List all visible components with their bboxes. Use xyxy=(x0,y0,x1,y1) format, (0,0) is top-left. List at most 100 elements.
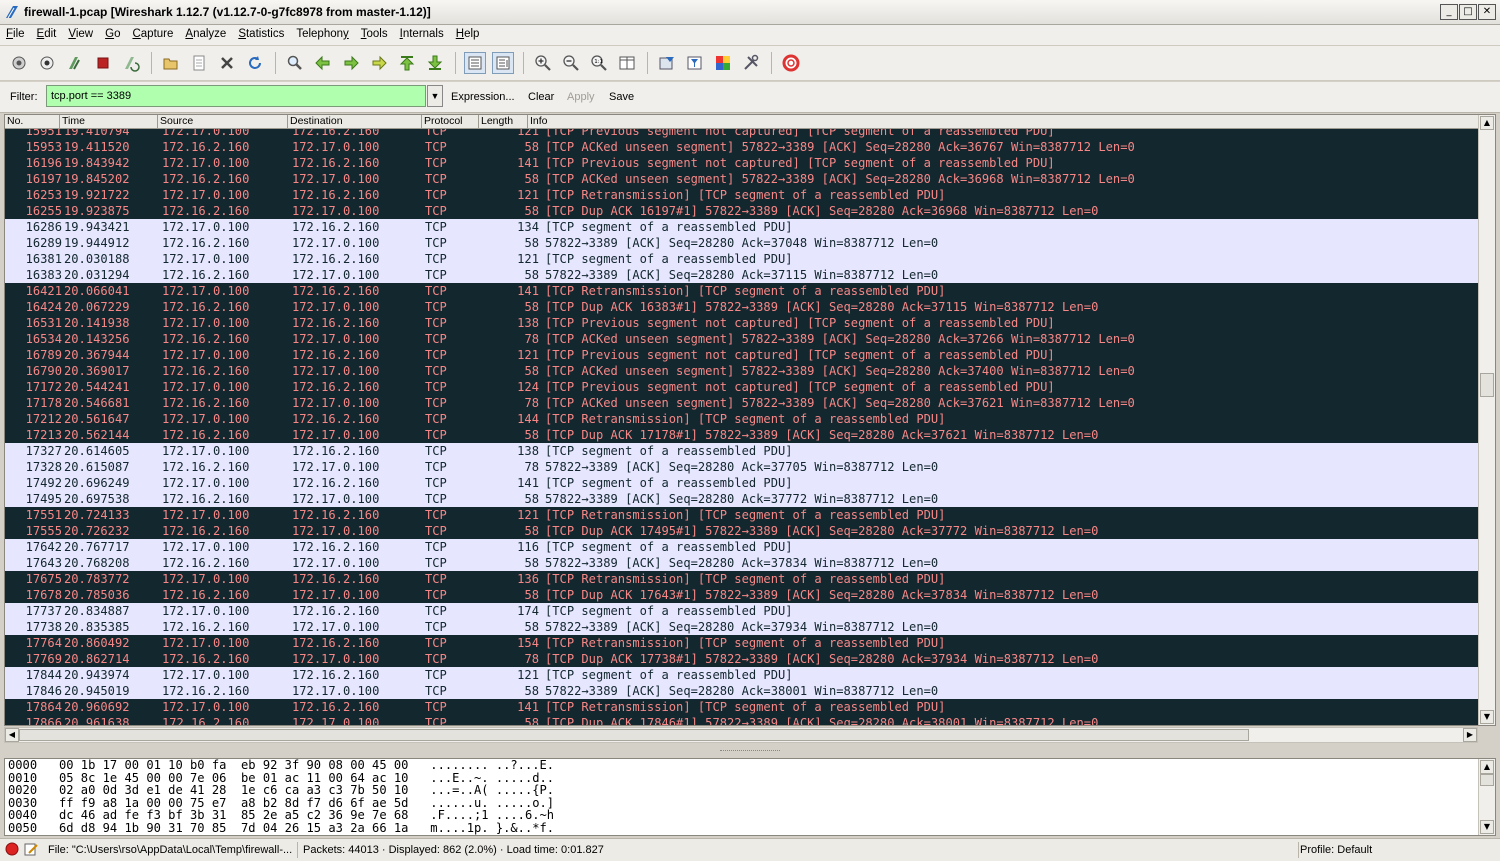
bytes-scroll-thumb[interactable] xyxy=(1480,774,1494,786)
stop-capture-icon[interactable] xyxy=(92,52,114,74)
packet-row[interactable]: 17551 20.724133 172.17.0.100 172.16.2.160 TC… xyxy=(5,507,1480,523)
menu-item-edit[interactable]: Edit xyxy=(31,25,63,45)
bytes-vscrollbar[interactable]: ▲ ▼ xyxy=(1478,759,1495,835)
packet-row[interactable]: 16196 19.843942 172.17.0.100 172.16.2.160 TC… xyxy=(5,155,1480,171)
scroll-right-icon[interactable]: ▶ xyxy=(1463,728,1477,742)
interface-list-icon[interactable] xyxy=(8,52,30,74)
packet-row[interactable]: 17328 20.615087 172.16.2.160 172.17.0.100 TC… xyxy=(5,459,1480,475)
packet-row[interactable]: 16534 20.143256 172.16.2.160 172.17.0.100 TC… xyxy=(5,331,1480,347)
clear-filter-button[interactable]: Clear xyxy=(528,91,554,103)
menu-item-file[interactable]: File xyxy=(0,25,31,45)
expert-info-error-icon[interactable] xyxy=(5,842,19,856)
menu-item-capture[interactable]: Capture xyxy=(126,25,179,45)
status-profile[interactable]: Profile: Default xyxy=(1296,842,1496,858)
bytes-scroll-down-icon[interactable]: ▼ xyxy=(1480,820,1494,834)
go-to-packet-icon[interactable] xyxy=(368,52,390,74)
close-file-icon[interactable] xyxy=(216,52,238,74)
menu-item-tools[interactable]: Tools xyxy=(355,25,394,45)
save-file-icon[interactable] xyxy=(188,52,210,74)
zoom-out-icon[interactable] xyxy=(560,52,582,74)
display-filters-icon[interactable] xyxy=(684,52,706,74)
restart-capture-icon[interactable] xyxy=(120,52,142,74)
scroll-down-icon[interactable]: ▼ xyxy=(1480,710,1494,724)
packet-row[interactable]: 17738 20.835385 172.16.2.160 172.17.0.100 TC… xyxy=(5,619,1480,635)
menu-item-telephony[interactable]: Telephony xyxy=(290,25,354,45)
packet-row[interactable]: 17495 20.697538 172.16.2.160 172.17.0.100 TC… xyxy=(5,491,1480,507)
packet-row[interactable]: 16383 20.031294 172.16.2.160 172.17.0.100 TC… xyxy=(5,267,1480,283)
packet-row[interactable]: 16255 19.923875 172.16.2.160 172.17.0.100 TC… xyxy=(5,203,1480,219)
bytes-scroll-up-icon[interactable]: ▲ xyxy=(1480,760,1494,774)
packet-row[interactable]: 17846 20.945019 172.16.2.160 172.17.0.100 TC… xyxy=(5,683,1480,699)
help-icon[interactable] xyxy=(780,52,802,74)
packet-row[interactable]: 17172 20.544241 172.17.0.100 172.16.2.160 TC… xyxy=(5,379,1480,395)
column-header-time[interactable]: Time xyxy=(60,115,158,128)
packet-row[interactable]: 17213 20.562144 172.16.2.160 172.17.0.100 TC… xyxy=(5,427,1480,443)
expression-button[interactable]: Expression... xyxy=(451,91,515,103)
go-first-icon[interactable] xyxy=(396,52,418,74)
menu-item-go[interactable]: Go xyxy=(99,25,126,45)
packet-row[interactable]: 17555 20.726232 172.16.2.160 172.17.0.100 TC… xyxy=(5,523,1480,539)
column-header-source[interactable]: Source xyxy=(158,115,288,128)
column-header-no[interactable]: No. xyxy=(5,115,60,128)
find-packet-icon[interactable] xyxy=(284,52,306,74)
packet-row[interactable]: 16789 20.367944 172.17.0.100 172.16.2.160 TC… xyxy=(5,347,1480,363)
zoom-in-icon[interactable] xyxy=(532,52,554,74)
scroll-up-icon[interactable]: ▲ xyxy=(1480,116,1494,130)
packet-row[interactable]: 16424 20.067229 172.16.2.160 172.17.0.100 TC… xyxy=(5,299,1480,315)
packet-row[interactable]: 17764 20.860492 172.17.0.100 172.16.2.160 TC… xyxy=(5,635,1480,651)
packet-row[interactable]: 17769 20.862714 172.16.2.160 172.17.0.100 TC… xyxy=(5,651,1480,667)
packet-row[interactable]: 17864 20.960692 172.17.0.100 172.16.2.160 TC… xyxy=(5,699,1480,715)
packet-row[interactable]: 17737 20.834887 172.17.0.100 172.16.2.160 TC… xyxy=(5,603,1480,619)
pane-splitter[interactable] xyxy=(0,748,1500,756)
go-forward-icon[interactable] xyxy=(340,52,362,74)
packet-list-hscrollbar[interactable]: ◀ ▶ xyxy=(4,727,1478,743)
maximize-button[interactable]: □ xyxy=(1459,4,1477,20)
colorize-icon[interactable] xyxy=(464,52,486,74)
packet-row[interactable]: 16790 20.369017 172.16.2.160 172.17.0.100 TC… xyxy=(5,363,1480,379)
packet-list-scroll-thumb[interactable] xyxy=(1480,373,1494,397)
packet-row[interactable]: 17212 20.561647 172.17.0.100 172.16.2.160 TC… xyxy=(5,411,1480,427)
display-filter-input[interactable]: tcp.port == 3389 xyxy=(46,85,426,107)
packet-row[interactable]: 17866 20.961638 172.16.2.160 172.17.0.100 TC… xyxy=(5,715,1480,725)
packet-row[interactable]: 17642 20.767717 172.17.0.100 172.16.2.160 TC… xyxy=(5,539,1480,555)
packet-row[interactable]: 16531 20.141938 172.17.0.100 172.16.2.160 TC… xyxy=(5,315,1480,331)
minimize-button[interactable]: _ xyxy=(1440,4,1458,20)
packet-row[interactable]: 16381 20.030188 172.17.0.100 172.16.2.160 TC… xyxy=(5,251,1480,267)
capture-filters-icon[interactable] xyxy=(656,52,678,74)
menu-item-view[interactable]: View xyxy=(62,25,99,45)
packet-row[interactable]: 16286 19.943421 172.17.0.100 172.16.2.160 TC… xyxy=(5,219,1480,235)
menu-item-analyze[interactable]: Analyze xyxy=(179,25,232,45)
close-window-button[interactable]: ✕ xyxy=(1478,4,1496,20)
column-header-protocol[interactable]: Protocol xyxy=(422,115,479,128)
save-filter-button[interactable]: Save xyxy=(609,91,634,103)
packet-row[interactable]: 17643 20.768208 172.16.2.160 172.17.0.100 TC… xyxy=(5,555,1480,571)
menu-item-internals[interactable]: Internals xyxy=(394,25,450,45)
preferences-icon[interactable] xyxy=(740,52,762,74)
menu-item-help[interactable]: Help xyxy=(450,25,486,45)
packet-list-hscroll-thumb[interactable] xyxy=(19,729,1249,741)
column-header-destination[interactable]: Destination xyxy=(288,115,422,128)
filter-history-dropdown[interactable]: ▼ xyxy=(427,85,443,107)
packet-row[interactable]: 17675 20.783772 172.17.0.100 172.16.2.160 TC… xyxy=(5,571,1480,587)
reload-icon[interactable] xyxy=(244,52,266,74)
packet-row[interactable]: 16421 20.066041 172.17.0.100 172.16.2.160 TC… xyxy=(5,283,1480,299)
packet-list-vscrollbar[interactable]: ▲ ▼ xyxy=(1478,115,1495,725)
go-last-icon[interactable] xyxy=(424,52,446,74)
packet-row[interactable]: 17844 20.943974 172.17.0.100 172.16.2.160 TC… xyxy=(5,667,1480,683)
go-back-icon[interactable] xyxy=(312,52,334,74)
packet-row[interactable]: 15953 19.411520 172.16.2.160 172.17.0.100 TC… xyxy=(5,139,1480,155)
packet-row[interactable]: 17327 20.614605 172.17.0.100 172.16.2.160 TC… xyxy=(5,443,1480,459)
packet-row[interactable]: 16197 19.845202 172.16.2.160 172.17.0.100 TC… xyxy=(5,171,1480,187)
coloring-rules-icon[interactable] xyxy=(712,52,734,74)
column-header-info[interactable]: Info xyxy=(528,115,1481,128)
packet-row[interactable]: 17492 20.696249 172.17.0.100 172.16.2.160 TC… xyxy=(5,475,1480,491)
menu-item-statistics[interactable]: Statistics xyxy=(232,25,290,45)
scroll-left-icon[interactable]: ◀ xyxy=(5,728,19,742)
capture-options-icon[interactable] xyxy=(36,52,58,74)
capture-comment-icon[interactable] xyxy=(24,842,38,856)
packet-row[interactable]: 17678 20.785036 172.16.2.160 172.17.0.100 TC… xyxy=(5,587,1480,603)
auto-scroll-icon[interactable] xyxy=(492,52,514,74)
packet-row[interactable]: 16253 19.921722 172.17.0.100 172.16.2.160 TC… xyxy=(5,187,1480,203)
resize-columns-icon[interactable] xyxy=(616,52,638,74)
packet-row[interactable]: 16289 19.944912 172.16.2.160 172.17.0.100 TC… xyxy=(5,235,1480,251)
